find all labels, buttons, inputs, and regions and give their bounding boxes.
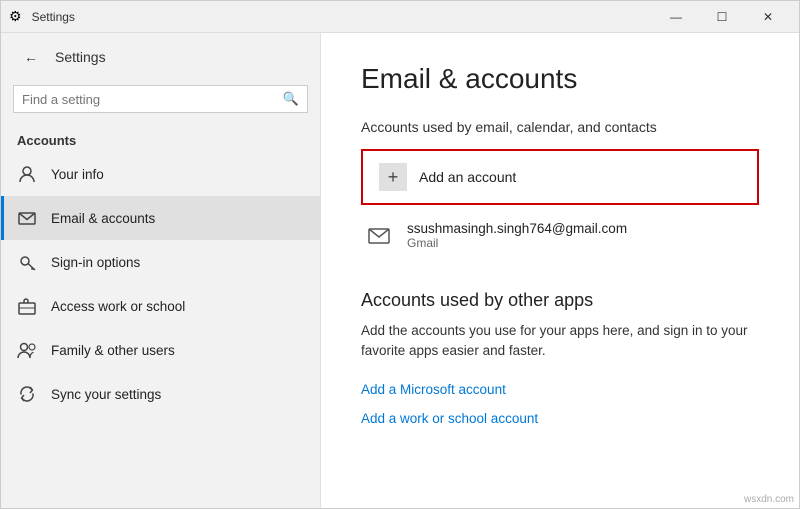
main-panel: Email & accounts Accounts used by email,… — [321, 33, 799, 508]
title-bar-title: Settings — [32, 10, 75, 24]
person-icon — [17, 164, 37, 184]
sidebar-item-access-work[interactable]: Access work or school — [1, 284, 320, 328]
section2-heading: Accounts used by other apps — [361, 290, 759, 311]
gmail-account-type: Gmail — [407, 236, 627, 250]
title-bar-controls: — ☐ ✕ — [653, 1, 791, 33]
mail-icon — [17, 208, 37, 228]
add-account-button[interactable]: + Add an account — [361, 149, 759, 205]
sidebar-header: ← Settings — [1, 33, 320, 81]
gmail-mail-icon — [365, 222, 393, 250]
key-icon — [17, 252, 37, 272]
sidebar-item-label-your-info: Your info — [51, 167, 104, 182]
briefcase-icon — [17, 296, 37, 316]
people-icon — [17, 340, 37, 360]
title-bar: ⚙ Settings — ☐ ✕ — [1, 1, 799, 33]
back-arrow-icon: ← — [24, 49, 38, 65]
search-icon: 🔍 — [283, 91, 299, 107]
gmail-account-item: ssushmasingh.singh764@gmail.com Gmail — [361, 209, 759, 262]
add-plus-icon: + — [379, 163, 407, 191]
sidebar-app-title: Settings — [55, 49, 106, 65]
search-box[interactable]: 🔍 — [13, 85, 308, 113]
add-account-label: Add an account — [419, 169, 516, 185]
app-icon: ⚙ — [9, 8, 22, 25]
sidebar-item-your-info[interactable]: Your info — [1, 152, 320, 196]
sidebar-item-sign-in-options[interactable]: Sign-in options — [1, 240, 320, 284]
app-body: ← Settings 🔍 Accounts Your info — [1, 33, 799, 508]
sidebar-item-label-access-work: Access work or school — [51, 299, 185, 314]
gmail-account-email: ssushmasingh.singh764@gmail.com — [407, 221, 627, 236]
sidebar-item-label-family-users: Family & other users — [51, 343, 175, 358]
sync-icon — [17, 384, 37, 404]
close-button[interactable]: ✕ — [745, 1, 791, 33]
sidebar: ← Settings 🔍 Accounts Your info — [1, 33, 321, 508]
gmail-account-info: ssushmasingh.singh764@gmail.com Gmail — [407, 221, 627, 250]
sidebar-item-label-sync-settings: Sync your settings — [51, 387, 161, 402]
sidebar-item-label-sign-in-options: Sign-in options — [51, 255, 140, 270]
title-bar-left: ⚙ Settings — [9, 8, 75, 25]
section2-description: Add the accounts you use for your apps h… — [361, 321, 759, 362]
add-work-school-account-link[interactable]: Add a work or school account — [361, 407, 538, 430]
sidebar-category-label: Accounts — [1, 125, 320, 152]
minimize-button[interactable]: — — [653, 1, 699, 33]
sidebar-item-family-users[interactable]: Family & other users — [1, 328, 320, 372]
add-microsoft-account-link[interactable]: Add a Microsoft account — [361, 378, 506, 401]
section1-heading: Accounts used by email, calendar, and co… — [361, 119, 759, 135]
sidebar-item-email-accounts[interactable]: Email & accounts — [1, 196, 320, 240]
sidebar-item-label-email-accounts: Email & accounts — [51, 211, 155, 226]
back-button[interactable]: ← — [17, 43, 45, 71]
search-input[interactable] — [22, 92, 277, 107]
sidebar-item-sync-settings[interactable]: Sync your settings — [1, 372, 320, 416]
maximize-button[interactable]: ☐ — [699, 1, 745, 33]
main-title: Email & accounts — [361, 63, 759, 95]
